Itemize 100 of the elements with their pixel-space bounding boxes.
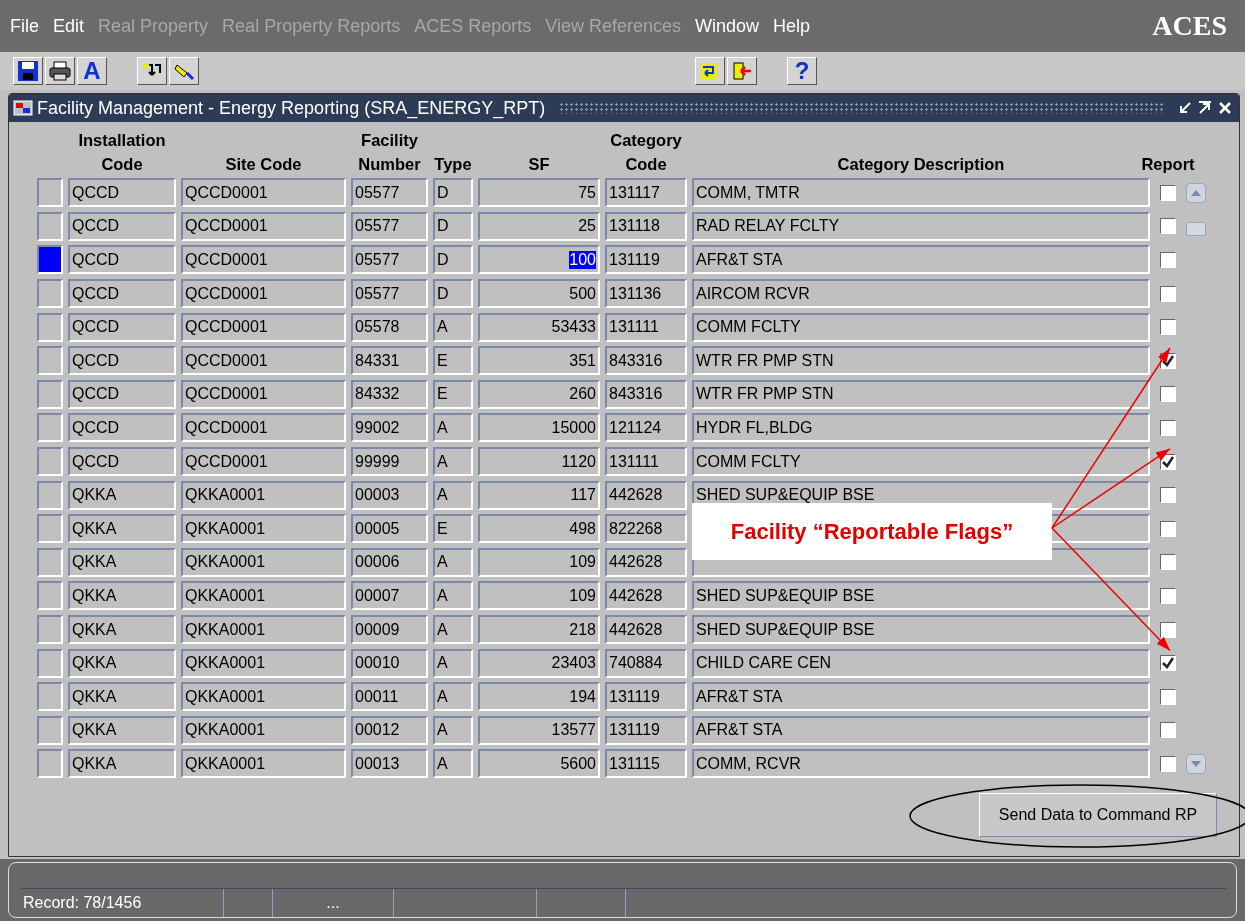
table-cell[interactable]: 05577 — [351, 245, 428, 275]
table-cell[interactable]: QCCD — [68, 413, 176, 443]
table-cell[interactable]: 131119 — [605, 682, 687, 712]
table-cell[interactable]: QCCD — [68, 211, 176, 241]
table-cell[interactable]: E — [433, 379, 473, 409]
table-cell[interactable]: SHED SUP&EQUIP BSE — [692, 615, 1150, 644]
minimize-icon[interactable] — [1177, 100, 1193, 116]
table-cell[interactable]: 117 — [478, 480, 600, 510]
table-cell[interactable]: QKKA — [68, 547, 176, 577]
table-cell[interactable]: 500 — [478, 279, 600, 309]
table-cell[interactable]: QKKA0001 — [181, 514, 346, 544]
table-cell[interactable]: QKKA — [68, 581, 176, 611]
table-cell[interactable]: 131111 — [605, 447, 687, 477]
table-cell[interactable]: 00005 — [351, 514, 428, 544]
table-cell[interactable]: 84331 — [351, 346, 428, 376]
table-cell[interactable]: RAD RELAY FCLTY — [692, 211, 1150, 241]
table-cell[interactable]: A — [433, 480, 473, 510]
table-cell[interactable]: QCCD — [68, 245, 176, 275]
table-cell[interactable]: QKKA0001 — [181, 715, 346, 745]
table-cell[interactable]: QCCD0001 — [181, 447, 346, 477]
table-cell[interactable]: AFR&T STA — [692, 245, 1150, 275]
report-checkbox[interactable] — [1160, 520, 1176, 537]
table-cell[interactable]: D — [433, 279, 473, 309]
table-cell[interactable]: 00007 — [351, 581, 428, 611]
menu-item[interactable]: Help — [773, 15, 811, 37]
table-cell[interactable]: 05578 — [351, 312, 428, 342]
table-cell[interactable]: 442628 — [605, 581, 687, 611]
table-cell[interactable]: 131115 — [605, 749, 687, 779]
table-cell[interactable]: COMM FCLTY — [692, 447, 1150, 477]
table-cell[interactable]: A — [433, 682, 473, 712]
table-cell[interactable]: A — [433, 447, 473, 477]
report-checkbox[interactable] — [1160, 319, 1176, 336]
table-cell[interactable]: QKKA — [68, 648, 176, 678]
toolbar-button[interactable] — [169, 57, 199, 85]
table-cell[interactable]: 131117 — [605, 178, 687, 208]
table-cell[interactable]: 740884 — [605, 648, 687, 678]
table-cell[interactable]: E — [433, 514, 473, 544]
table-cell[interactable]: 15000 — [478, 413, 600, 443]
table-cell[interactable]: 13577 — [478, 715, 600, 745]
table-cell[interactable]: 00003 — [351, 480, 428, 510]
table-cell[interactable]: QCCD — [68, 346, 176, 376]
table-cell[interactable]: QKKA0001 — [181, 648, 346, 678]
table-cell[interactable]: 843316 — [605, 379, 687, 409]
table-cell[interactable]: QCCD0001 — [181, 245, 346, 275]
toolbar-button[interactable] — [695, 57, 725, 85]
table-cell[interactable]: QCCD — [68, 312, 176, 342]
report-checkbox[interactable] — [1160, 419, 1176, 436]
table-cell[interactable]: 442628 — [605, 547, 687, 577]
table-cell[interactable]: QCCD — [68, 447, 176, 477]
table-cell[interactable]: 109 — [478, 581, 600, 611]
table-cell[interactable]: QKKA — [68, 749, 176, 779]
report-checkbox[interactable] — [1160, 655, 1176, 672]
record-indicator[interactable] — [37, 245, 63, 275]
table-cell[interactable]: A — [433, 648, 473, 678]
table-cell[interactable]: 442628 — [605, 615, 687, 644]
table-cell[interactable]: A — [433, 715, 473, 745]
table-cell[interactable]: 218 — [478, 615, 600, 644]
table-cell[interactable]: WTR FR PMP STN — [692, 346, 1150, 376]
table-cell[interactable]: 109 — [478, 547, 600, 577]
table-cell[interactable]: 194 — [478, 682, 600, 712]
table-cell[interactable]: 05577 — [351, 178, 428, 208]
table-cell[interactable]: QCCD0001 — [181, 413, 346, 443]
report-checkbox[interactable] — [1160, 386, 1176, 403]
report-checkbox[interactable] — [1160, 554, 1176, 571]
table-cell[interactable]: 05577 — [351, 211, 428, 241]
report-checkbox[interactable] — [1160, 487, 1176, 504]
menu-item[interactable]: Edit — [53, 15, 85, 37]
table-cell[interactable]: QKKA0001 — [181, 749, 346, 779]
table-cell[interactable]: 131118 — [605, 211, 687, 241]
table-cell[interactable]: COMM FCLTY — [692, 312, 1150, 342]
report-checkbox[interactable] — [1160, 218, 1176, 235]
report-checkbox[interactable] — [1160, 621, 1176, 638]
table-cell[interactable]: QKKA0001 — [181, 615, 346, 644]
table-cell[interactable]: COMM, RCVR — [692, 749, 1150, 779]
table-cell[interactable]: QKKA0001 — [181, 547, 346, 577]
table-cell[interactable]: 131111 — [605, 312, 687, 342]
menu-item[interactable]: File — [10, 15, 39, 37]
table-cell[interactable]: CHILD CARE CEN — [692, 648, 1150, 678]
table-cell[interactable]: A — [433, 413, 473, 443]
table-cell[interactable]: 843316 — [605, 346, 687, 376]
report-checkbox[interactable] — [1160, 688, 1176, 705]
table-cell[interactable]: 99999 — [351, 447, 428, 477]
table-cell[interactable]: QCCD0001 — [181, 379, 346, 409]
help-button[interactable]: ? — [787, 57, 817, 85]
table-cell[interactable]: 822268 — [605, 514, 687, 544]
table-cell[interactable]: D — [433, 178, 473, 208]
table-cell[interactable]: QKKA — [68, 480, 176, 510]
table-cell[interactable]: HYDR FL,BLDG — [692, 413, 1150, 443]
table-cell[interactable]: QCCD — [68, 379, 176, 409]
table-cell[interactable]: 00009 — [351, 615, 428, 644]
table-cell[interactable]: QKKA — [68, 682, 176, 712]
report-checkbox[interactable] — [1160, 252, 1176, 268]
table-cell[interactable]: 05577 — [351, 279, 428, 309]
table-cell[interactable]: QCCD0001 — [181, 279, 346, 309]
table-cell[interactable]: D — [433, 211, 473, 241]
table-cell[interactable]: 498 — [478, 514, 600, 544]
menu-item[interactable]: Window — [695, 15, 759, 37]
table-cell[interactable]: AFR&T STA — [692, 682, 1150, 712]
table-cell[interactable]: 00006 — [351, 547, 428, 577]
table-cell[interactable]: SHED SUP&EQUIP BSE — [692, 581, 1150, 611]
